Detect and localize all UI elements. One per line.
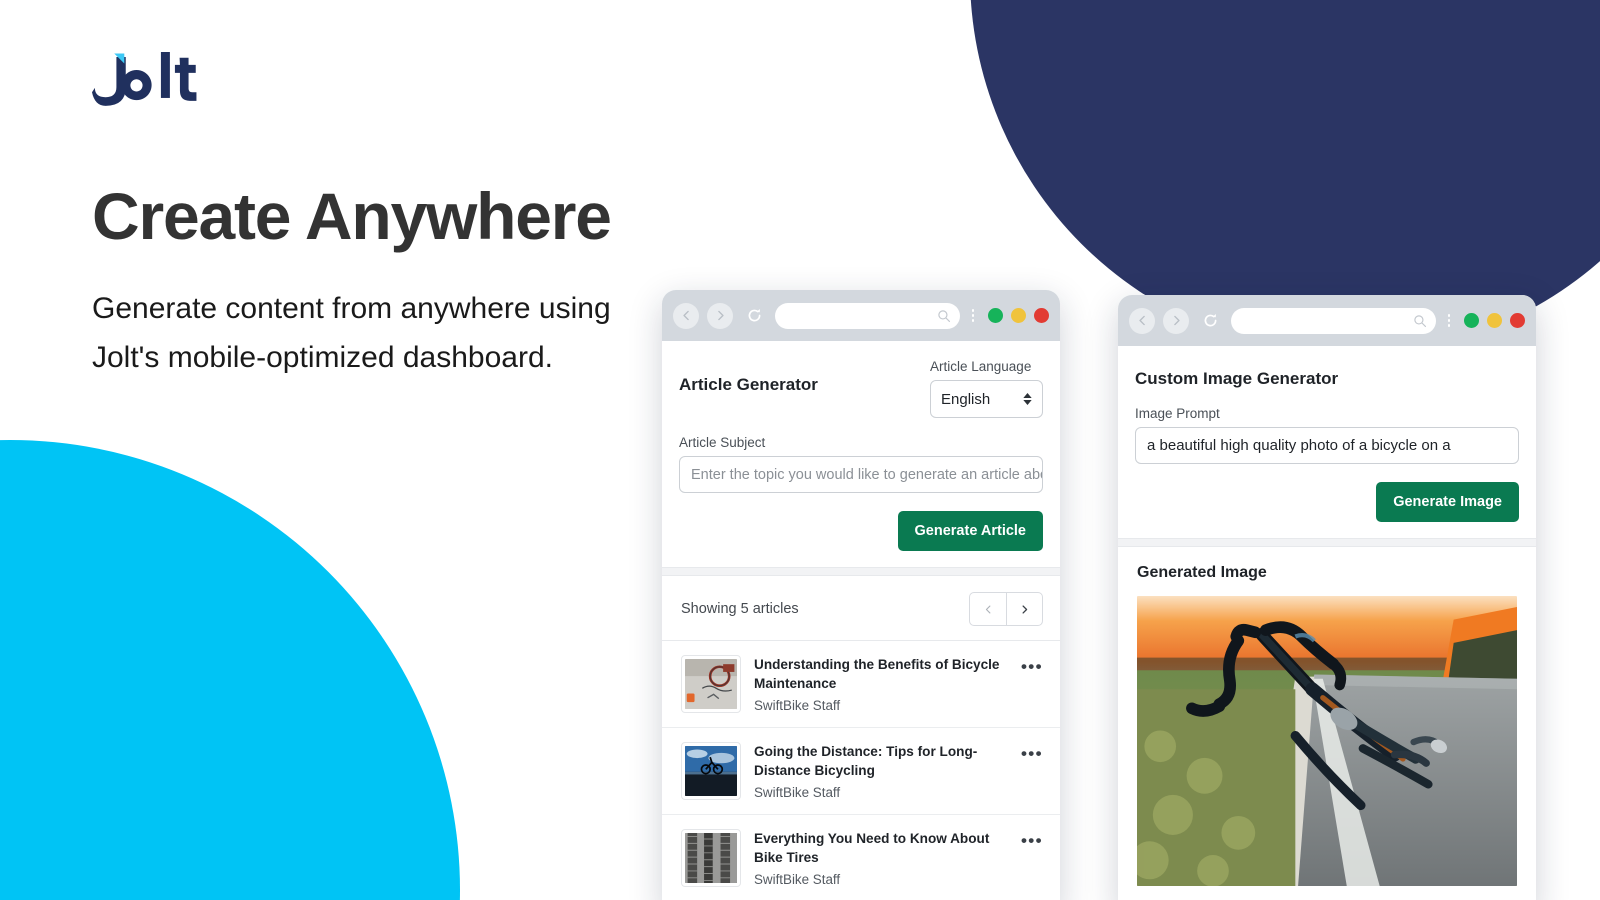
reload-button[interactable]	[741, 303, 767, 329]
generator-form: Article Generator Article Language Engli…	[662, 341, 1060, 567]
traffic-light-red[interactable]	[1510, 313, 1525, 328]
browser-chrome-2	[1118, 295, 1536, 346]
language-group: Article Language English	[930, 359, 1043, 418]
back-button[interactable]	[1129, 307, 1155, 334]
traffic-light-yellow[interactable]	[1487, 313, 1502, 328]
article-overflow-menu-icon[interactable]: •••	[1021, 742, 1043, 762]
generated-image-container	[1118, 596, 1536, 886]
pagination	[969, 592, 1043, 626]
window-controls	[1462, 313, 1525, 328]
traffic-light-green[interactable]	[1464, 313, 1479, 328]
reload-icon	[748, 309, 760, 322]
reload-icon	[1204, 314, 1216, 327]
search-icon	[938, 309, 951, 322]
traffic-light-green[interactable]	[988, 308, 1003, 323]
traffic-light-red[interactable]	[1034, 308, 1049, 323]
image-generator-window: Custom Image Generator Image Prompt a be…	[1118, 295, 1536, 900]
article-language-value: English	[941, 390, 991, 408]
road-bicycle-at-sunset-photo	[1137, 596, 1517, 886]
article-generator-title: Article Generator	[679, 375, 818, 394]
chevron-right-icon	[1173, 315, 1180, 326]
article-language-select[interactable]: English	[930, 380, 1043, 418]
article-language-label: Article Language	[930, 359, 1032, 374]
generator-header: Article Generator Article Language Engli…	[679, 359, 1043, 418]
article-thumbnail	[681, 742, 741, 800]
article-generator-window: Article Generator Article Language Engli…	[662, 290, 1060, 900]
chevron-left-icon	[682, 310, 689, 321]
image-generator-form: Custom Image Generator Image Prompt a be…	[1118, 346, 1536, 538]
article-author: SwiftBike Staff	[754, 871, 841, 887]
image-generator-title: Custom Image Generator	[1135, 369, 1339, 388]
kebab-menu-icon[interactable]	[1444, 314, 1454, 327]
forward-button[interactable]	[1163, 307, 1189, 334]
forward-button[interactable]	[707, 302, 733, 329]
pagination-prev-button[interactable]	[969, 592, 1006, 626]
cyan-circle-decoration	[0, 440, 460, 900]
generate-article-button[interactable]: Generate Article	[897, 511, 1043, 551]
chevron-right-icon	[1022, 604, 1028, 614]
browser-chrome-1	[662, 290, 1060, 341]
kebab-menu-icon[interactable]	[968, 309, 978, 322]
article-overflow-menu-icon[interactable]: •••	[1021, 655, 1043, 675]
article-list: Understanding the Benefits of Bicycle Ma…	[662, 641, 1060, 900]
chevron-right-icon	[717, 310, 724, 321]
article-author: SwiftBike Staff	[754, 697, 841, 713]
section-divider	[1118, 538, 1536, 547]
reload-button[interactable]	[1197, 308, 1223, 334]
hero-content: Create Anywhere Generate content from an…	[92, 52, 732, 382]
generate-article-row: Generate Article	[679, 511, 1043, 551]
pagination-next-button[interactable]	[1006, 592, 1043, 626]
bicycle-repair-parts-photo	[685, 659, 737, 709]
article-title: Everything You Need to Know About Bike T…	[754, 831, 990, 866]
article-thumbnail	[681, 655, 741, 713]
address-bar[interactable]	[775, 302, 960, 329]
window-controls	[986, 308, 1049, 323]
article-author: SwiftBike Staff	[754, 784, 841, 800]
bike-tire-treads-photo	[685, 833, 737, 883]
article-subject-input[interactable]: Enter the topic you would like to genera…	[679, 456, 1043, 493]
article-overflow-menu-icon[interactable]: •••	[1021, 829, 1043, 849]
image-prompt-label: Image Prompt	[1135, 406, 1220, 421]
article-title: Going the Distance: Tips for Long-Distan…	[754, 744, 978, 779]
back-button[interactable]	[673, 302, 699, 329]
chevron-left-icon	[985, 605, 990, 613]
article-thumbnail	[681, 829, 741, 887]
address-bar[interactable]	[1231, 307, 1436, 334]
page-title: Create Anywhere	[92, 179, 612, 253]
generated-image-title: Generated Image	[1137, 564, 1267, 581]
image-prompt-input[interactable]: a beautiful high quality photo of a bicy…	[1135, 427, 1519, 464]
section-divider	[662, 567, 1060, 576]
promo-banner: Create Anywhere Generate content from an…	[0, 0, 1600, 900]
article-title: Understanding the Benefits of Bicycle Ma…	[754, 657, 1000, 692]
article-text: Understanding the Benefits of Bicycle Ma…	[754, 655, 1008, 713]
table-row[interactable]: Understanding the Benefits of Bicycle Ma…	[662, 641, 1060, 728]
search-icon	[1414, 314, 1427, 327]
article-generator-body: Article Generator Article Language Engli…	[662, 341, 1060, 900]
hero-subheading: Generate content from anywhere using Jol…	[92, 292, 611, 374]
generate-image-row: Generate Image	[1135, 482, 1519, 522]
article-text: Everything You Need to Know About Bike T…	[754, 829, 1008, 887]
showing-count-text: Showing 5 articles	[681, 601, 799, 617]
stepper-chevrons-icon	[1023, 393, 1032, 405]
chevron-left-icon	[1138, 315, 1145, 326]
jolt-logo	[92, 52, 197, 106]
generate-image-button[interactable]: Generate Image	[1376, 482, 1519, 522]
table-row[interactable]: Everything You Need to Know About Bike T…	[662, 815, 1060, 900]
article-list-header: Showing 5 articles	[662, 576, 1060, 641]
image-generator-body: Custom Image Generator Image Prompt a be…	[1118, 346, 1536, 886]
traffic-light-yellow[interactable]	[1011, 308, 1026, 323]
cyclist-at-dusk-photo	[685, 746, 737, 796]
table-row[interactable]: Going the Distance: Tips for Long-Distan…	[662, 728, 1060, 815]
article-subject-label: Article Subject	[679, 435, 766, 450]
article-text: Going the Distance: Tips for Long-Distan…	[754, 742, 1008, 800]
